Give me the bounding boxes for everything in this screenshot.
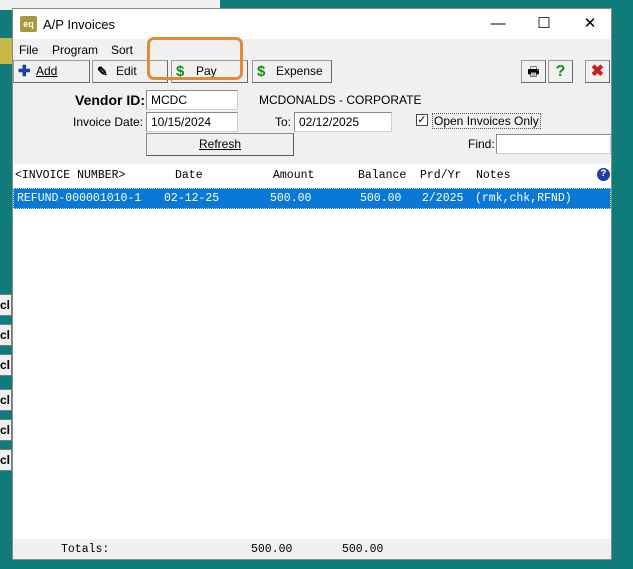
background-button-stub: cl [0,294,12,316]
help-button[interactable]: ? [548,60,573,83]
dollar-icon: $ [257,63,266,80]
maximize-button[interactable]: ☐ [521,9,567,39]
expense-label: Expense [276,64,323,78]
refresh-label: Refresh [198,137,242,151]
refresh-button[interactable]: Refresh [146,133,294,156]
add-label: Add [36,64,58,78]
table-row[interactable]: REFUND-000001010-1 02-12-25 500.00 500.0… [13,188,611,209]
background-button-stub: cl [0,419,12,441]
background-button-stub: cl [0,354,12,376]
pencil-icon: ✎ [97,64,108,79]
printer-icon: 🖶 [527,64,540,79]
cell-amount: 500.00 [270,192,312,205]
edit-label: Edit [116,64,137,78]
plus-icon: ✚ [18,63,31,80]
background-logo [0,38,12,64]
title-bar[interactable]: eq A/P Invoices — ☐ ✕ [13,9,611,39]
totals-bar: Totals: 500.00 500.00 [13,539,611,560]
vendor-id-field[interactable]: MCDC [146,90,238,110]
expense-button[interactable]: $ Expense [252,60,332,83]
totals-label: Totals: [61,543,110,556]
cell-date: 02-12-25 [164,192,220,205]
column-header-date[interactable]: Date [175,169,203,182]
invoice-date-to-field[interactable]: 02/12/2025 [294,112,392,132]
invoice-date-label: Invoice Date: [73,115,144,129]
add-button[interactable]: ✚ Add [13,60,90,83]
menu-bar: File Program Sort [13,40,611,60]
close-window-button[interactable]: ✕ [567,9,613,39]
cell-invoice-number: REFUND-000001010-1 [17,192,142,205]
menu-program[interactable]: Program [52,43,98,57]
totals-balance: 500.00 [342,543,384,556]
print-button[interactable]: 🖶 [521,60,546,83]
column-header-invoice-number[interactable]: <INVOICE NUMBER> [15,169,125,182]
background-button-stub: cl [0,324,12,346]
totals-amount: 500.00 [251,543,293,556]
edit-button[interactable]: ✎ Edit [92,60,168,83]
column-header-notes[interactable]: Notes [476,169,511,182]
dollar-icon: $ [176,63,185,80]
open-invoices-label[interactable]: Open Invoices Only [432,113,541,129]
minimize-button[interactable]: — [475,9,521,39]
find-label: Find: [468,137,495,151]
pay-button[interactable]: $ Pay [171,60,248,83]
ap-invoices-window: eq A/P Invoices — ☐ ✕ File Program Sort … [12,8,612,560]
menu-sort[interactable]: Sort [111,43,133,57]
close-form-button[interactable]: ✖ [585,60,610,83]
column-header-amount[interactable]: Amount [273,169,314,182]
column-header-balance[interactable]: Balance [358,169,406,182]
invoice-date-from-field[interactable]: 10/15/2024 [146,112,238,132]
list-help-icon[interactable]: ? [597,168,610,181]
background-button-stub: cl [0,449,12,471]
to-date-label: To: [275,115,292,129]
app-logo-icon: eq [20,16,37,32]
vendor-id-label: Vendor ID: [75,92,146,108]
column-header-prd-yr[interactable]: Prd/Yr [420,169,461,182]
window-title: A/P Invoices [43,17,116,32]
vendor-name: MCDONALDS - CORPORATE [259,93,422,107]
invoice-list[interactable]: <INVOICE NUMBER> Date Amount Balance Prd… [13,164,611,539]
menu-file[interactable]: File [19,43,38,57]
cell-balance: 500.00 [360,192,402,205]
pay-label: Pay [196,64,217,78]
cell-notes: (rmk,chk,RFND) [475,192,572,205]
toolbar: ✚ Add ✎ Edit $ Pay $ Expense 🖶 ? ✖ [13,60,611,84]
open-invoices-checkbox[interactable]: ✓ [416,114,428,126]
find-input[interactable] [496,134,611,154]
cell-prd-yr: 2/2025 [422,192,464,205]
background-button-stub: cl [0,389,12,411]
